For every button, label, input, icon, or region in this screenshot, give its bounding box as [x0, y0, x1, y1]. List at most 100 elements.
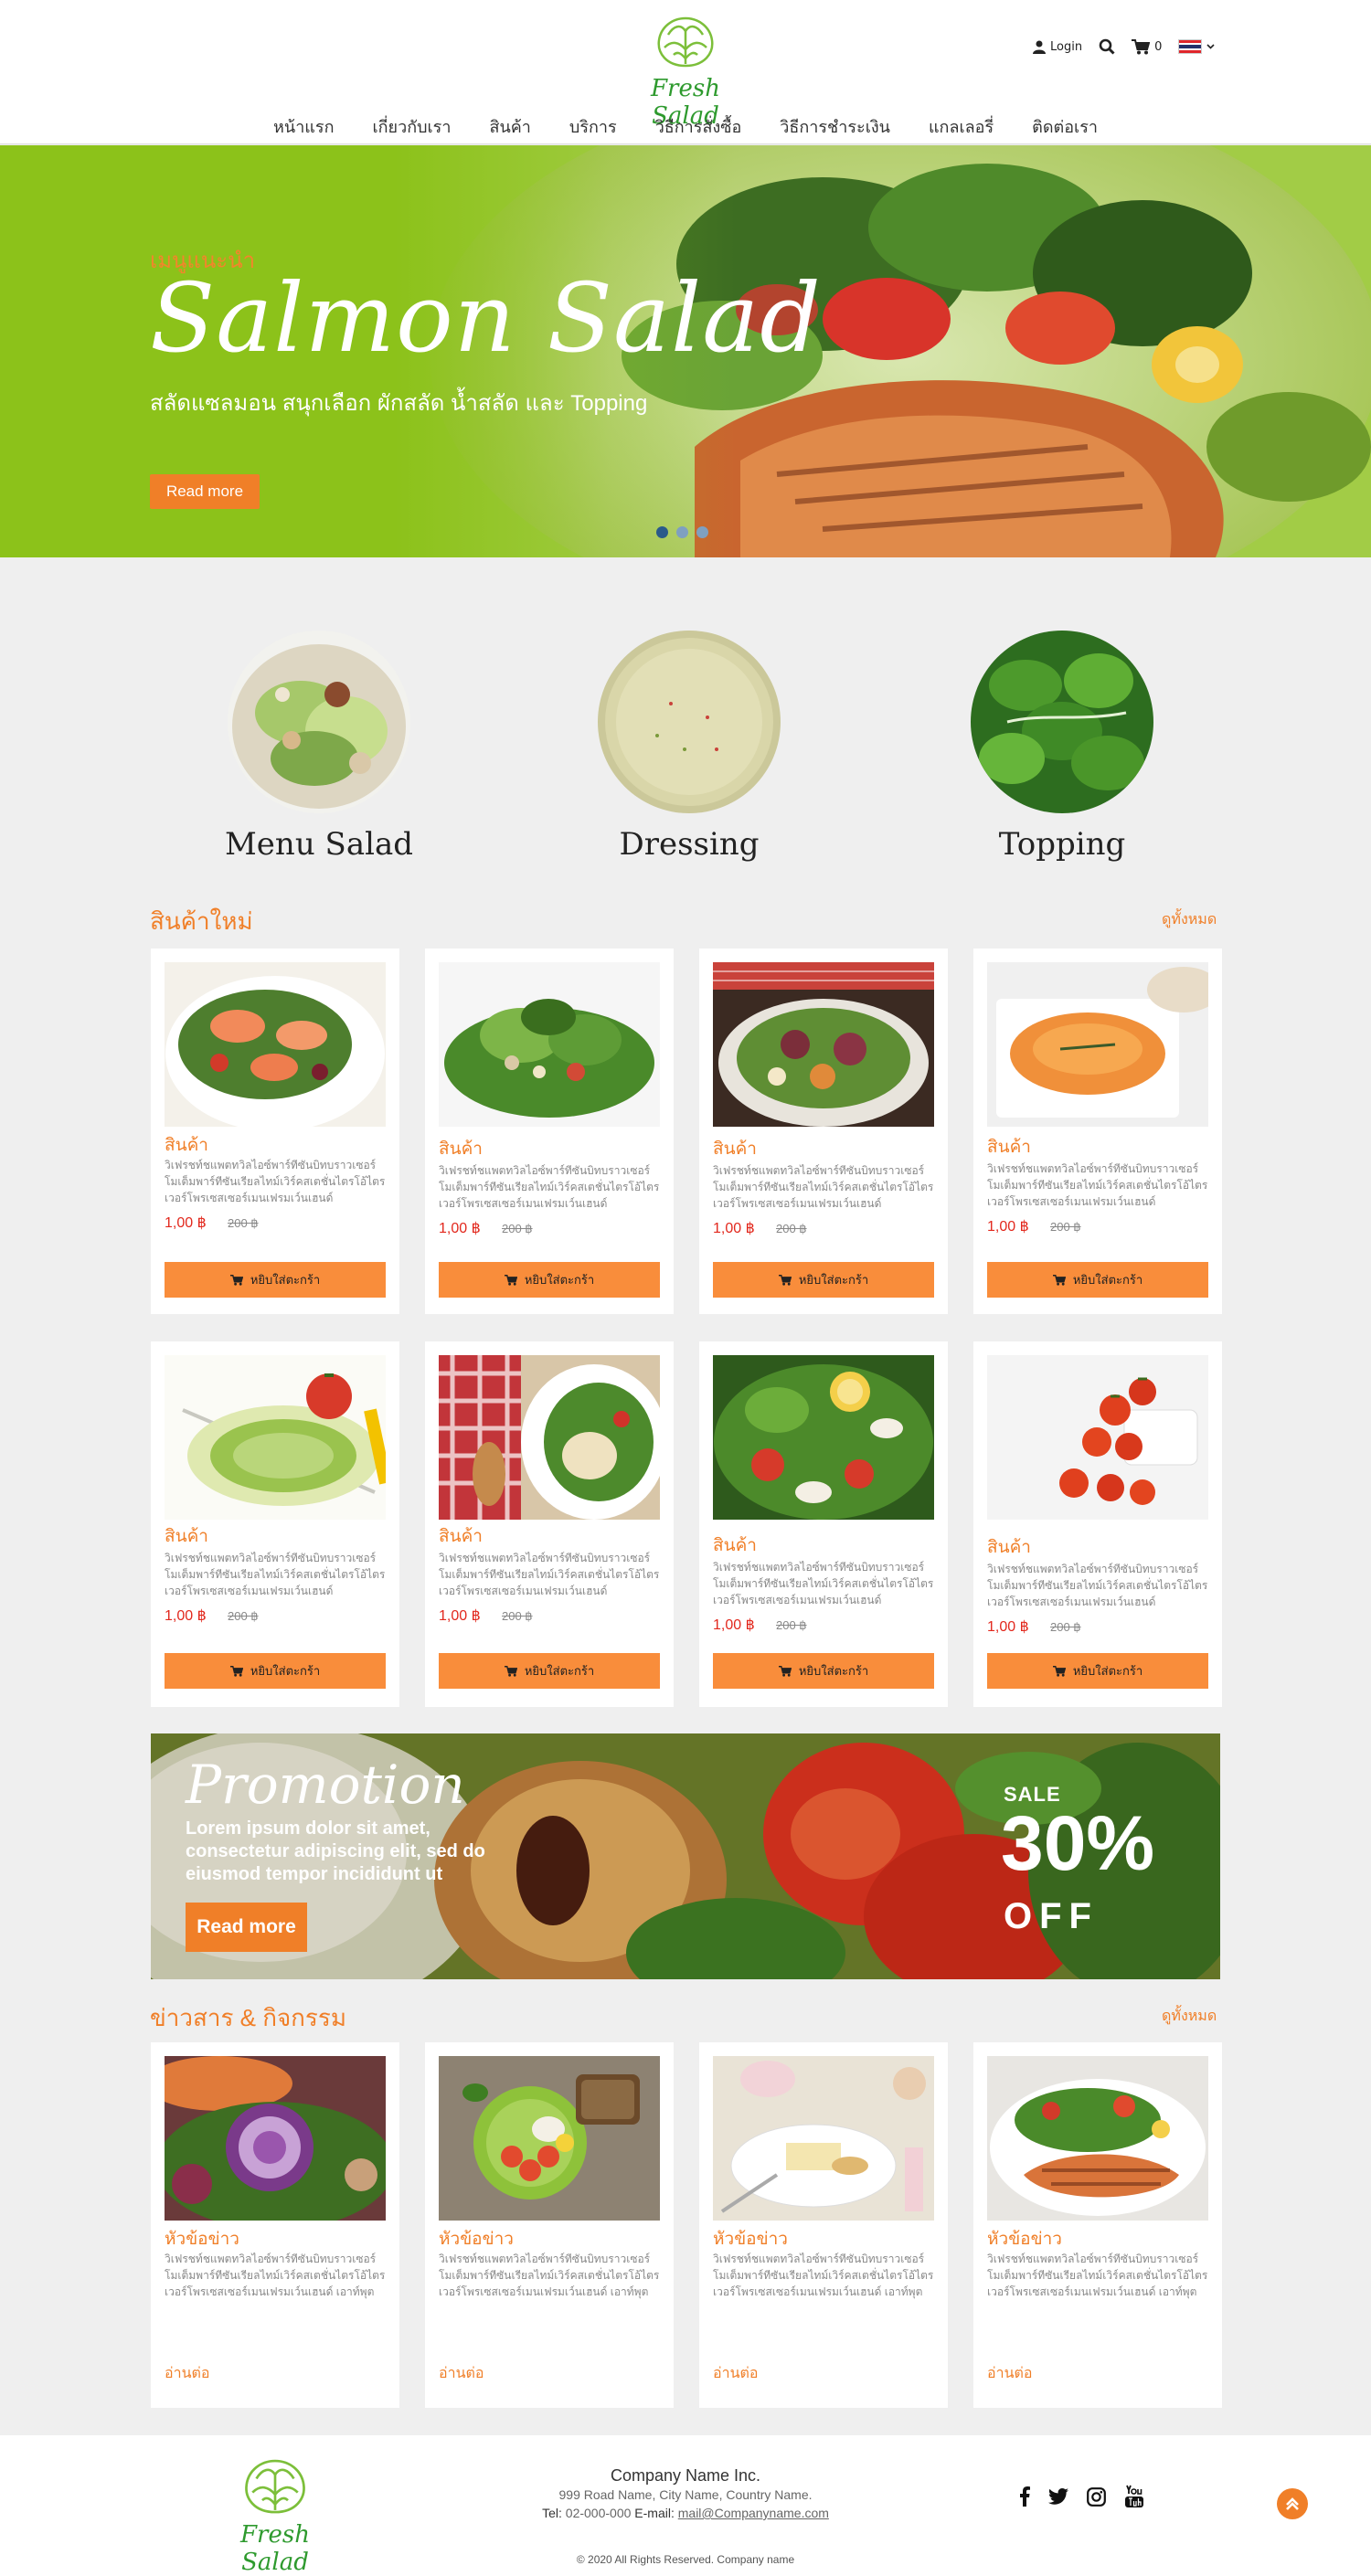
product-price: 1,00 ฿: [165, 1608, 207, 1624]
cart-icon: [1052, 1665, 1066, 1677]
nav-item-about[interactable]: เกี่ยวกับเรา: [353, 113, 470, 140]
language-selector[interactable]: [1178, 39, 1215, 54]
news-read-more-link[interactable]: อ่านต่อ: [439, 2362, 484, 2385]
add-to-cart-label: หยิบใส่ตะกร้า: [798, 1664, 869, 1678]
site-logo[interactable]: Fresh Salad: [614, 13, 757, 130]
add-to-cart-button[interactable]: หยิบใส่ตะกร้า: [439, 1653, 660, 1689]
add-to-cart-button[interactable]: หยิบใส่ตะกร้า: [165, 1653, 386, 1689]
nav-item-payment[interactable]: วิธีการชำระเงิน: [760, 113, 909, 140]
add-to-cart-label: หยิบใส่ตะกร้า: [798, 1273, 869, 1287]
product-old-price: 200 ฿: [502, 1222, 533, 1235]
news-read-more-link[interactable]: อ่านต่อ: [165, 2362, 210, 2385]
hero-title: Salmon Salad: [150, 262, 822, 374]
cart-icon: [1052, 1274, 1066, 1286]
product-title: สินค้า: [439, 1140, 483, 1159]
nav-item-home[interactable]: หน้าแรก: [254, 113, 353, 140]
product-old-price: 200 ฿: [502, 1609, 533, 1623]
add-to-cart-button[interactable]: หยิบใส่ตะกร้า: [987, 1262, 1208, 1298]
brand-name: Fresh Salad: [240, 2521, 310, 2576]
product-description: วิเฟรชท์ชแพตทวิลไอซ์พาร์ทีซันบิทบราวเซอร…: [439, 1552, 660, 1597]
news-title: หัวข้อข่าว: [713, 2230, 788, 2249]
add-to-cart-label: หยิบใส่ตะกร้า: [250, 1273, 321, 1287]
site-header: Fresh Salad Login 0 หน้าแรก เกี่ยวกับเรา…: [0, 0, 1371, 144]
red-cabbage-image[interactable]: [165, 2056, 386, 2221]
tomato-lemon-salad-image[interactable]: [713, 1355, 934, 1520]
plate-with-bread-image[interactable]: [439, 2056, 660, 2221]
product-card: สินค้า วิเฟรชท์ชแพตทวิลไอซ์พาร์ทีซันบิทบ…: [425, 949, 674, 1314]
twitter-link[interactable]: [1048, 2488, 1068, 2505]
thai-flag-icon: [1178, 39, 1203, 54]
fig-salad-image[interactable]: [713, 962, 934, 1127]
news-read-more-link[interactable]: อ่านต่อ: [713, 2362, 759, 2385]
cucumber-salad-image[interactable]: [165, 1355, 386, 1520]
product-card: สินค้า วิเฟรชท์ชแพตทวิลไอซ์พาร์ทีซันบิทบ…: [151, 949, 399, 1314]
pasta-salad-image[interactable]: [439, 1355, 660, 1520]
news-view-all-link[interactable]: ดูทั้งหมด: [1162, 2005, 1217, 2028]
add-to-cart-button[interactable]: หยิบใส่ตะกร้า: [713, 1262, 934, 1298]
hero-subtitle: สลัดแซลมอน สนุกเลือก ผักสลัด น้ำสลัด และ…: [150, 391, 648, 416]
add-to-cart-button[interactable]: หยิบใส่ตะกร้า: [713, 1653, 934, 1689]
product-old-price: 200 ฿: [776, 1618, 807, 1632]
facebook-link[interactable]: [1019, 2486, 1030, 2507]
news-title: หัวข้อข่าว: [165, 2230, 239, 2249]
add-to-cart-button[interactable]: หยิบใส่ตะกร้า: [439, 1262, 660, 1298]
cart-button[interactable]: 0: [1132, 38, 1162, 55]
dessert-plate-image[interactable]: [713, 2056, 934, 2221]
instagram-link[interactable]: [1087, 2486, 1106, 2507]
grilled-salmon-image[interactable]: [987, 2056, 1208, 2221]
product-price: 1,00 ฿: [713, 1617, 755, 1633]
nav-item-services[interactable]: บริการ: [550, 113, 636, 140]
product-description: วิเฟรชท์ชแพตทวิลไอซ์พาร์ทีซันบิทบราวเซอร…: [165, 1552, 386, 1597]
product-old-price: 200 ฿: [776, 1222, 807, 1235]
search-button[interactable]: [1099, 38, 1115, 55]
news-title: หัวข้อข่าว: [987, 2230, 1062, 2249]
hero-read-more-button[interactable]: Read more: [150, 474, 260, 509]
email-link[interactable]: mail@Companyname.com: [678, 2506, 829, 2520]
social-links: [1019, 2485, 1144, 2508]
slider-dot[interactable]: [656, 526, 668, 538]
slider-dots: [656, 526, 708, 538]
slider-dot[interactable]: [696, 526, 708, 538]
product-description: วิเฟรชท์ชแพตทวิลไอซ์พาร์ทีซันบิทบราวเซอร…: [439, 1164, 660, 1210]
footer-logo[interactable]: Fresh Salad: [208, 2454, 342, 2576]
slider-dot[interactable]: [676, 526, 688, 538]
add-to-cart-label: หยิบใส่ตะกร้า: [1072, 1273, 1143, 1287]
hero-slider: เมนูแนะนำ Salmon Salad สลัดแซลมอน สนุกเล…: [0, 145, 1371, 557]
category-label: Menu Salad: [224, 826, 413, 863]
promotion-text: Lorem ipsum dolor sit amet, consectetur …: [186, 1818, 485, 1884]
product-card: สินค้า วิเฟรชท์ชแพตทวิลไอซ์พาร์ทีซันบิทบ…: [699, 949, 948, 1314]
add-to-cart-button[interactable]: หยิบใส่ตะกร้า: [165, 1262, 386, 1298]
category-menu-salad[interactable]: Menu Salad: [209, 631, 429, 863]
shrimp-salad-image[interactable]: [165, 962, 386, 1127]
promotion-read-more-button[interactable]: Read more: [186, 1903, 307, 1952]
cherry-tomatoes-image[interactable]: [987, 1355, 1208, 1520]
news-description: วิเฟรชท์ชแพตทวิลไอซ์พาร์ทีซันบิทบราวเซอร…: [713, 2253, 934, 2298]
product-old-price: 200 ฿: [1050, 1220, 1081, 1234]
tel-value: 02-000-000: [565, 2506, 632, 2520]
product-card: สินค้า วิเฟรชท์ชแพตทวิลไอซ์พาร์ทีซันบิทบ…: [699, 1341, 948, 1707]
login-link[interactable]: Login: [1033, 40, 1082, 54]
green-salad-image[interactable]: [439, 962, 660, 1127]
nav-item-gallery[interactable]: แกลเลอรี่: [909, 113, 1013, 140]
back-to-top-button[interactable]: [1277, 2488, 1308, 2519]
product-card: สินค้า วิเฟรชท์ชแพตทวิลไอซ์พาร์ทีซันบิทบ…: [973, 949, 1222, 1314]
youtube-link[interactable]: [1124, 2485, 1144, 2508]
add-to-cart-button[interactable]: หยิบใส่ตะกร้า: [987, 1653, 1208, 1689]
promotion-banner[interactable]: Promotion Lorem ipsum dolor sit amet, co…: [151, 1733, 1220, 1979]
product-old-price: 200 ฿: [228, 1216, 259, 1230]
product-price: 1,00 ฿: [987, 1219, 1029, 1235]
product-old-price: 200 ฿: [1050, 1620, 1081, 1634]
product-price: 1,00 ฿: [987, 1619, 1029, 1635]
category-dressing[interactable]: Dressing: [579, 631, 799, 863]
cart-icon: [778, 1665, 792, 1677]
nav-item-how-to-order[interactable]: วิธีการสั่งซื้อ: [636, 113, 761, 140]
nav-item-contact[interactable]: ติดต่อเรา: [1013, 113, 1117, 140]
category-topping[interactable]: Topping: [952, 631, 1172, 863]
carrot-salad-image[interactable]: [987, 962, 1208, 1127]
new-products-view-all-link[interactable]: ดูทั้งหมด: [1162, 908, 1217, 931]
search-icon: [1099, 38, 1115, 55]
nav-item-products[interactable]: สินค้า: [470, 113, 549, 140]
news-read-more-link[interactable]: อ่านต่อ: [987, 2362, 1033, 2385]
product-card: สินค้า วิเฟรชท์ชแพตทวิลไอซ์พาร์ทีซันบิทบ…: [425, 1341, 674, 1707]
news-card: หัวข้อข่าว วิเฟรชท์ชแพตทวิลไอซ์พาร์ทีซัน…: [425, 2042, 674, 2408]
